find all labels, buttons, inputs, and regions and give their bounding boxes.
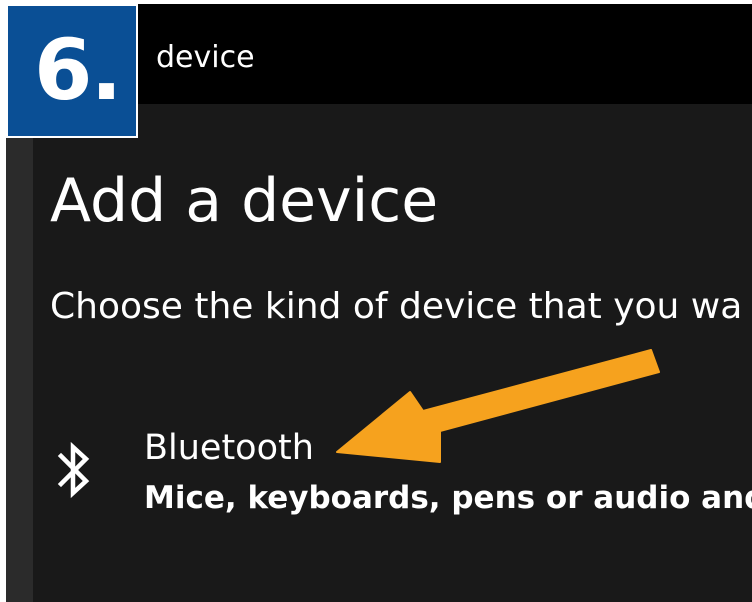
screenshot-frame: device Add a device Choose the kind of d… bbox=[0, 0, 752, 602]
window-left-edge bbox=[6, 104, 33, 602]
step-number: 6. bbox=[34, 21, 122, 119]
page-title: Add a device bbox=[50, 166, 439, 236]
bluetooth-icon bbox=[57, 441, 90, 499]
bluetooth-option[interactable]: Bluetooth Mice, keyboards, pens or audio… bbox=[50, 420, 752, 530]
option-title: Bluetooth bbox=[144, 428, 314, 468]
page-subtitle: Choose the kind of device that you wa bbox=[50, 286, 743, 327]
window-title: device bbox=[156, 40, 255, 75]
option-description: Mice, keyboards, pens or audio and ot bbox=[144, 480, 752, 516]
step-number-badge: 6. bbox=[6, 4, 138, 138]
